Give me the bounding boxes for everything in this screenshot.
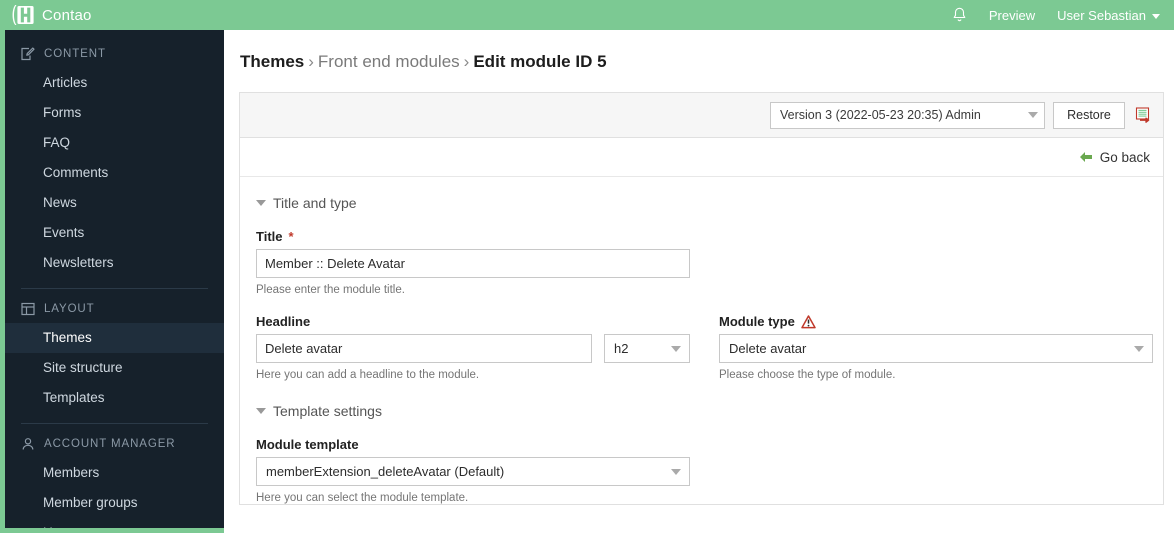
version-select[interactable]: Version 3 (2022-05-23 20:35) Admin <box>770 101 1045 129</box>
edit-module-panel: Version 3 (2022-05-23 20:35) Admin Resto… <box>239 92 1164 505</box>
user-menu-label: User Sebastian <box>1057 7 1146 23</box>
brand-name: Contao <box>42 6 92 24</box>
field-module-type: Module type Delete avatar Please choose … <box>719 314 1153 381</box>
field-label-text: Module type <box>719 314 795 329</box>
field-label-text: Module template <box>256 437 359 452</box>
go-back-label: Go back <box>1099 149 1150 165</box>
field-title: Title * Member :: Delete Avatar Please en… <box>256 229 1147 296</box>
sidebar-item-comments[interactable]: Comments <box>5 158 224 188</box>
user-menu[interactable]: User Sebastian <box>1057 8 1160 23</box>
sidebar-item-templates[interactable]: Templates <box>5 383 224 413</box>
breadcrumb-current: Edit module ID 5 <box>473 52 607 71</box>
chevron-down-icon <box>671 345 681 352</box>
field-label-text: Title <box>256 229 283 244</box>
field-label-text: Headline <box>256 314 311 329</box>
headline-inputs: Delete avatar h2 <box>256 334 690 363</box>
version-select-value: Version 3 (2022-05-23 20:35) Admin <box>780 108 981 122</box>
field-label-title: Title * <box>256 229 1147 244</box>
legend-label: Template settings <box>273 403 382 419</box>
headline-tag-value: h2 <box>614 341 629 356</box>
title-input[interactable]: Member :: Delete Avatar <box>256 249 690 278</box>
sidebar-item-articles[interactable]: Articles <box>5 68 224 98</box>
preview-link[interactable]: Preview <box>989 8 1035 23</box>
layout-icon <box>21 302 35 316</box>
module-type-helper-text: Please choose the type of module. <box>719 369 896 381</box>
back-arrow-icon <box>1079 151 1093 163</box>
sidebar-divider <box>21 288 208 289</box>
sidebar-item-events[interactable]: Events <box>5 218 224 248</box>
breadcrumb-themes[interactable]: Themes <box>240 52 304 71</box>
header-actions: Preview User Sebastian <box>952 7 1160 23</box>
title-input-value: Member :: Delete Avatar <box>265 256 405 271</box>
headline-tag-select[interactable]: h2 <box>604 334 690 363</box>
user-icon <box>21 437 35 451</box>
main-content: Themes › Front end modules › Edit module ID … <box>224 30 1174 533</box>
field-label-module-type: Module type <box>719 314 1153 329</box>
title-helper-text: Please enter the module title. <box>256 284 405 296</box>
warning-icon[interactable] <box>801 314 816 329</box>
headline-input-value: Delete avatar <box>265 341 343 356</box>
sidebar-section-layout[interactable]: LAYOUT <box>5 295 224 323</box>
module-type-select[interactable]: Delete avatar <box>719 334 1153 363</box>
sidebar-section-account-manager[interactable]: ACCOUNT MANAGER <box>5 430 224 458</box>
sidebar-item-themes[interactable]: Themes <box>5 323 224 353</box>
breadcrumb: Themes › Front end modules › Edit module ID … <box>224 30 1174 72</box>
sidebar-item-site-structure[interactable]: Site structure <box>5 353 224 383</box>
contao-logo-icon <box>10 4 36 26</box>
field-label-module-template: Module template <box>256 437 1147 452</box>
breadcrumb-front-end-modules[interactable]: Front end modules <box>318 52 460 71</box>
sidebar: CONTENT Articles Forms FAQ Comments News… <box>0 30 224 533</box>
field-headline: Headline Delete avatar h2 Here you can a… <box>256 314 690 381</box>
headline-helper-text: Here you can add a headline to the modul… <box>256 369 480 381</box>
sidebar-section-label: LAYOUT <box>44 303 95 315</box>
headline-input[interactable]: Delete avatar <box>256 334 592 363</box>
module-template-value: memberExtension_deleteAvatar (Default) <box>266 464 505 479</box>
legend-title-and-type[interactable]: Title and type <box>256 195 1147 211</box>
module-template-select[interactable]: memberExtension_deleteAvatar (Default) <box>256 457 690 486</box>
chevron-down-icon <box>1152 13 1160 19</box>
chevron-down-icon <box>256 408 266 414</box>
sidebar-item-members[interactable]: Members <box>5 458 224 488</box>
required-marker: * <box>288 229 294 244</box>
sidebar-section-label: CONTENT <box>44 48 106 60</box>
brand[interactable]: Contao <box>10 4 92 26</box>
chevron-down-icon <box>1028 112 1038 118</box>
sidebar-item-forms[interactable]: Forms <box>5 98 224 128</box>
go-back-link[interactable]: Go back <box>1079 150 1150 165</box>
module-type-value: Delete avatar <box>729 341 807 356</box>
field-label-headline: Headline <box>256 314 690 329</box>
legend-template-settings[interactable]: Template settings <box>256 403 1147 419</box>
sidebar-item-faq[interactable]: FAQ <box>5 128 224 158</box>
headline-moduletype-row: Headline Delete avatar h2 Here you can a… <box>256 296 1153 381</box>
chevron-down-icon <box>671 468 681 475</box>
legend-label: Title and type <box>273 195 357 211</box>
module-form: Title and type Title * Member :: Delete A… <box>240 177 1163 504</box>
sidebar-section-label: ACCOUNT MANAGER <box>44 438 176 450</box>
sidebar-section-content[interactable]: CONTENT <box>5 40 224 68</box>
sidebar-item-news[interactable]: News <box>5 188 224 218</box>
restore-button[interactable]: Restore <box>1053 101 1125 129</box>
go-back-bar: Go back <box>240 138 1163 177</box>
chevron-down-icon <box>1134 345 1144 352</box>
top-header: Contao Preview User Sebastian <box>0 0 1174 30</box>
bell-icon[interactable] <box>952 7 967 23</box>
module-template-helper-text: Here you can select the module template. <box>256 492 469 504</box>
show-differences-icon[interactable] <box>1135 106 1153 124</box>
sidebar-item-member-groups[interactable]: Member groups <box>5 488 224 518</box>
edit-square-icon <box>21 47 35 61</box>
sidebar-inner: CONTENT Articles Forms FAQ Comments News… <box>5 30 224 528</box>
version-bar: Version 3 (2022-05-23 20:35) Admin Resto… <box>240 93 1163 138</box>
sidebar-item-newsletters[interactable]: Newsletters <box>5 248 224 278</box>
breadcrumb-separator: › <box>463 52 470 71</box>
chevron-down-icon <box>256 200 266 206</box>
field-module-template: Module template memberExtension_deleteAv… <box>256 437 1147 504</box>
sidebar-divider <box>21 423 208 424</box>
sidebar-item-users[interactable]: Users <box>5 518 224 528</box>
breadcrumb-separator: › <box>308 52 314 71</box>
